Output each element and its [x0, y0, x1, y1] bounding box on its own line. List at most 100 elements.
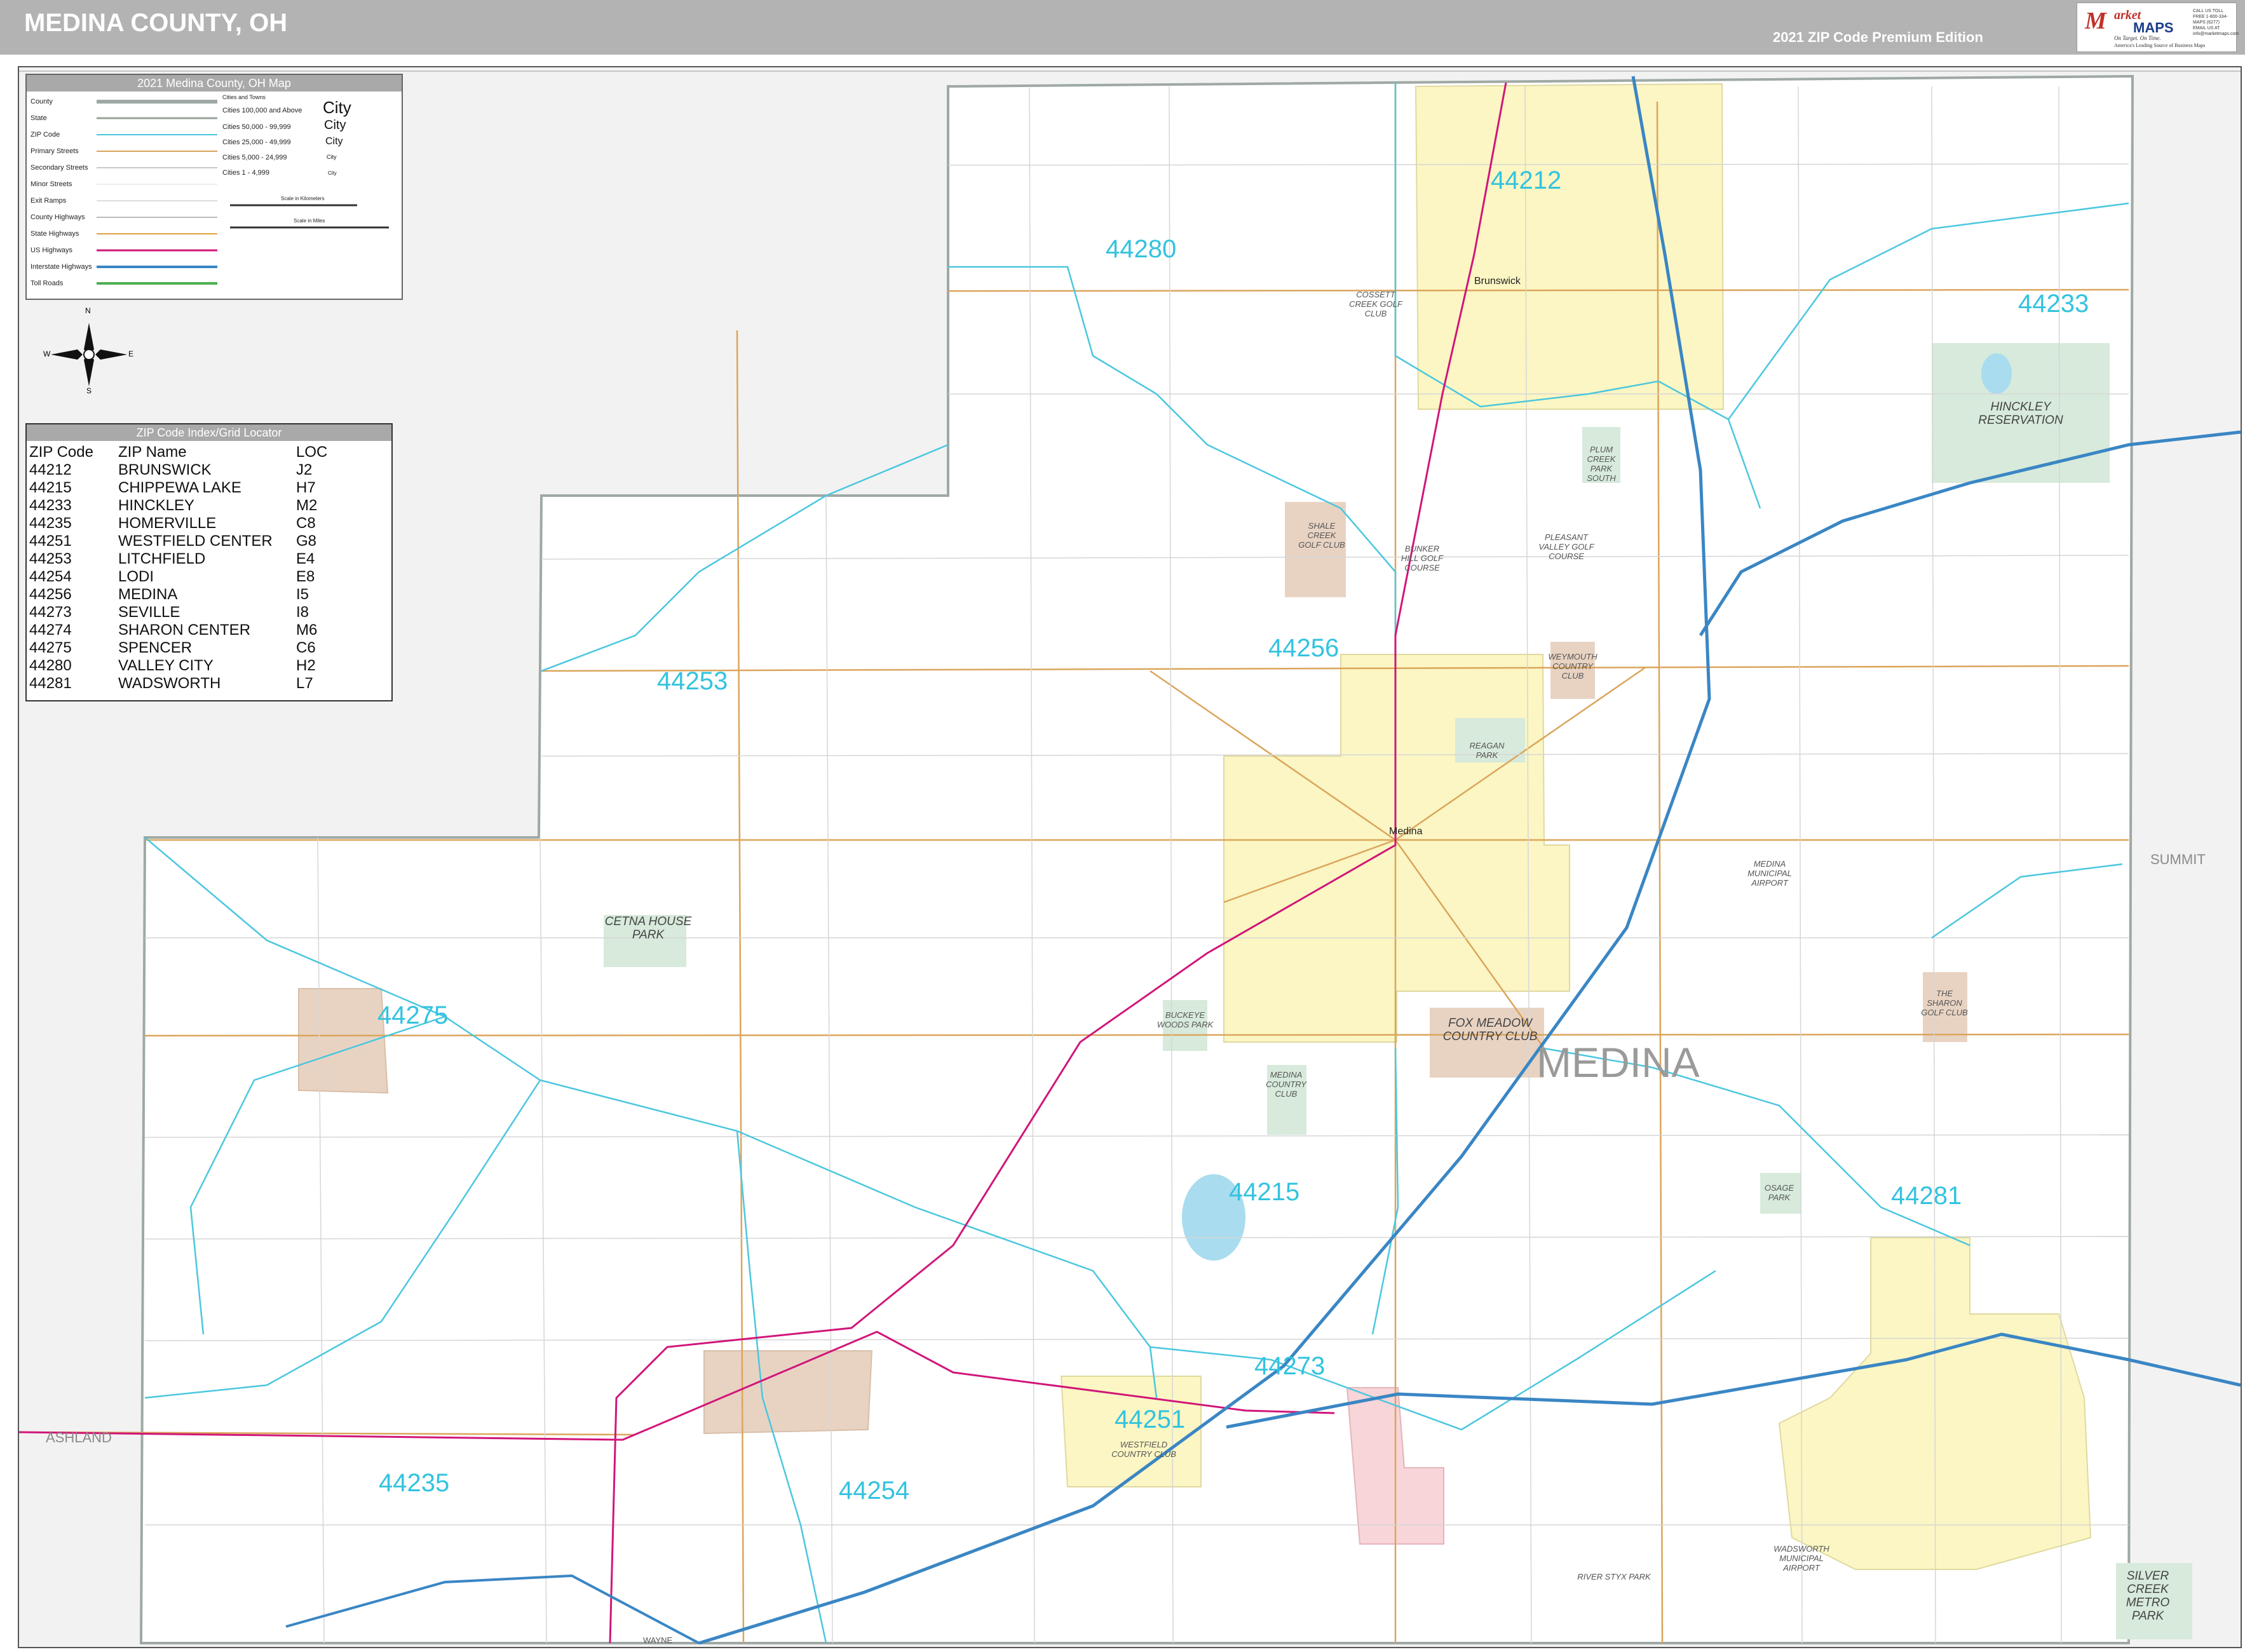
zip-header-code: ZIP Code — [29, 443, 93, 461]
zip-label-44256[interactable]: 44256 — [1268, 634, 1339, 663]
zip-label-44275[interactable]: 44275 — [377, 1001, 448, 1030]
park-label: PLEASANT VALLEY GOLF COURSE — [1538, 532, 1594, 561]
zip-row-code: 44251 — [29, 532, 72, 550]
zip-row-code: 44275 — [29, 639, 72, 656]
zip-row-code: 44235 — [29, 515, 72, 532]
park-label: FOX MEADOW COUNTRY CLUB — [1442, 1017, 1538, 1043]
zip-row-name: VALLEY CITY — [118, 657, 214, 674]
city-class-1: Cities 100,000 and Above — [222, 107, 302, 114]
park-label: SHALE CREEK GOLF CLUB — [1298, 521, 1345, 550]
zip-row-name: BRUNSWICK — [118, 461, 212, 478]
city-class-4: Cities 5,000 - 24,999 — [222, 154, 287, 161]
park-label: WESTFIELD COUNTRY CLUB — [1111, 1440, 1176, 1459]
zip-header-loc: LOC — [296, 443, 328, 461]
zip-row-loc: M6 — [296, 621, 318, 639]
city-class-2: Cities 50,000 - 99,999 — [222, 123, 291, 131]
zip-row-code: 44256 — [29, 586, 72, 603]
zip-row-name: HOMERVILLE — [118, 515, 217, 532]
zip-label-44273[interactable]: 44273 — [1254, 1352, 1325, 1381]
compass-n: N — [85, 306, 91, 315]
zip-label-44280[interactable]: 44280 — [1106, 235, 1176, 264]
neighbor-label-ashland: ASHLAND — [46, 1430, 112, 1446]
compass-s: S — [86, 386, 92, 395]
city-sample-2: City — [324, 118, 346, 132]
city-class-3: Cities 25,000 - 49,999 — [222, 139, 291, 146]
scale-km: Scale in Kilometers — [281, 196, 325, 201]
park-label: HINCKLEY RESERVATION — [1978, 400, 2063, 427]
zip-row-loc: E8 — [296, 568, 315, 585]
zip-row-name: WESTFIELD CENTER — [118, 532, 273, 550]
zip-label-44253[interactable]: 44253 — [657, 667, 728, 696]
zip-row-loc: H2 — [296, 657, 316, 674]
zip-row-loc: C8 — [296, 515, 316, 532]
zip-row-loc: C6 — [296, 639, 316, 656]
park-label: PLUM CREEK PARK SOUTH — [1587, 445, 1616, 483]
cities-header: Cities and Towns — [222, 94, 266, 100]
park-label: REAGAN PARK — [1469, 741, 1505, 760]
neighbor-label-wayne: WAYNE — [643, 1635, 673, 1645]
zip-row-code: 44273 — [29, 604, 72, 621]
park-label: BUCKEYE WOODS PARK — [1156, 1010, 1214, 1029]
legend: 2021 Medina County, OH Map County State … — [25, 74, 403, 300]
zip-row-name: SEVILLE — [118, 604, 180, 621]
park-label: RIVER STYX PARK — [1577, 1572, 1651, 1581]
compass-icon — [51, 323, 127, 386]
zip-row-loc: I5 — [296, 586, 309, 603]
zip-label-44233[interactable]: 44233 — [2018, 290, 2089, 318]
park-label: SILVER CREEK METRO PARK — [2126, 1569, 2170, 1623]
zip-row-name: SPENCER — [118, 639, 193, 656]
zip-row-code: 44281 — [29, 675, 72, 692]
park-label: MEDINA COUNTRY CLUB — [1266, 1070, 1306, 1099]
zip-row-name: HINCKLEY — [118, 497, 195, 514]
city-label-brunswick[interactable]: Brunswick — [1474, 276, 1521, 287]
park-label: BUNKER HILL GOLF COURSE — [1401, 544, 1444, 572]
zip-row-loc: L7 — [296, 675, 313, 692]
zip-row-loc: G8 — [296, 532, 317, 550]
city-sample-5: City — [328, 170, 337, 176]
zip-row-loc: M2 — [296, 497, 318, 514]
zip-label-44251[interactable]: 44251 — [1115, 1405, 1185, 1434]
zip-header-name: ZIP Name — [118, 443, 187, 461]
scale-mi: Scale in Miles — [294, 218, 325, 224]
city-label-medina[interactable]: Medina — [1389, 826, 1422, 837]
city-sample-4: City — [327, 154, 337, 160]
county-label-medina: MEDINA — [1536, 1039, 1700, 1086]
zip-row-name: SHARON CENTER — [118, 621, 251, 639]
zip-label-44235[interactable]: 44235 — [379, 1469, 449, 1498]
park-label: CETNA HOUSE PARK — [604, 915, 692, 942]
city-sample-1: City — [323, 98, 351, 117]
neighbor-label-summit: SUMMIT — [2150, 851, 2206, 867]
zip-label-44281[interactable]: 44281 — [1891, 1182, 1962, 1210]
city-sample-3: City — [325, 136, 343, 147]
zip-row-name: LODI — [118, 568, 154, 585]
zip-row-loc: J2 — [296, 461, 313, 478]
zip-label-44215[interactable]: 44215 — [1229, 1178, 1299, 1207]
zip-row-code: 44274 — [29, 621, 72, 639]
city-class-5: Cities 1 - 4,999 — [222, 169, 269, 177]
zip-row-code: 44253 — [29, 550, 72, 567]
compass-e: E — [128, 349, 134, 358]
zip-row-name: CHIPPEWA LAKE — [118, 479, 241, 496]
zip-row-code: 44254 — [29, 568, 72, 585]
zip-row-name: MEDINA — [118, 586, 178, 603]
park-label: WEYMOUTH COUNTRY CLUB — [1548, 652, 1597, 680]
zip-row-name: LITCHFIELD — [118, 550, 206, 567]
park-label: THE SHARON GOLF CLUB — [1921, 989, 1968, 1017]
zip-row-code: 44280 — [29, 657, 72, 674]
park-label: OSAGE PARK — [1764, 1183, 1794, 1202]
zip-label-44212[interactable]: 44212 — [1491, 166, 1561, 195]
park-label: MEDINA MUNICIPAL AIRPORT — [1747, 859, 1792, 888]
park-label: COSSETT CREEK GOLF CLUB — [1349, 290, 1402, 318]
zip-row-loc: I8 — [296, 604, 309, 621]
zip-row-loc: E4 — [296, 550, 315, 567]
zip-row-code: 44233 — [29, 497, 72, 514]
zip-row-code: 44215 — [29, 479, 72, 496]
zip-row-code: 44212 — [29, 461, 72, 478]
zip-index-title: ZIP Code Index/Grid Locator — [27, 424, 391, 441]
zip-label-44254[interactable]: 44254 — [839, 1477, 909, 1505]
zip-code-index: ZIP Code Index/Grid Locator ZIP Code ZIP… — [25, 423, 393, 701]
zip-row-loc: H7 — [296, 479, 316, 496]
zip-row-name: WADSWORTH — [118, 675, 221, 692]
park-label: WADSWORTH MUNICIPAL AIRPORT — [1774, 1544, 1829, 1573]
compass-w: W — [43, 349, 51, 358]
